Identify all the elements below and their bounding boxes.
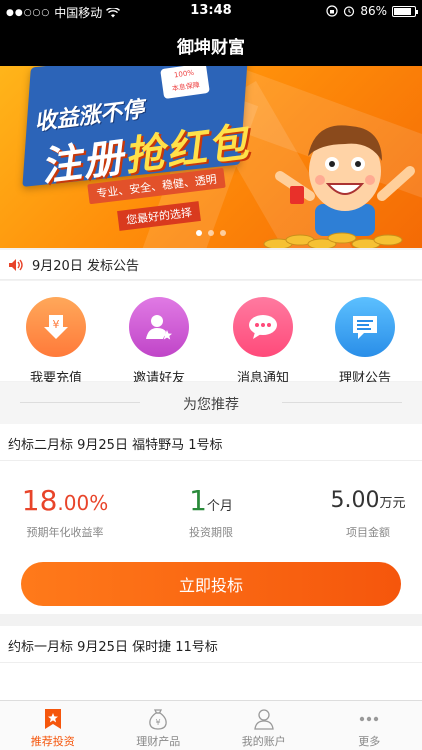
notice-doc-icon [335,297,395,357]
amount-value: 5.00 [330,488,380,513]
term-caption: 投资期限 [189,526,233,539]
quick-action-recharge[interactable]: ¥ 我要充值 [11,297,101,386]
more-dots-icon [360,716,379,722]
carousel-dot[interactable] [220,230,226,236]
product-name: 约标二月标 9月25日 福特野马 1号标 [8,438,223,453]
invest-now-button[interactable]: 立即投标 [21,562,401,606]
alarm-icon [344,6,355,17]
term-stat: 1个月 投资期限 [166,486,256,540]
rotation-lock-icon [326,5,338,17]
nav-bar: 御坤财富 [0,22,422,66]
term-value: 1 [189,484,207,517]
tab-account[interactable]: 我的账户 [211,701,317,750]
recommend-title: 为您推荐 [183,397,239,413]
svg-text:¥: ¥ [156,718,161,727]
money-bag-icon: ¥ [149,709,168,730]
mascot-illustration [275,125,415,236]
promo-banner[interactable]: 100% 本息保障 收益涨不停 注册抢红包 专业、安全、稳健、透明 您最好的选择 [0,66,422,248]
tab-more[interactable]: 更多 [317,701,422,750]
battery-percent: 86% [360,4,387,18]
divider-line [0,662,422,663]
status-bar: ●●○○○ 中国移动 13:48 86% [0,0,422,22]
person-star-icon [129,297,189,357]
tab-label: 推荐投资 [30,735,75,748]
tab-label: 更多 [358,735,381,748]
recommend-header: 为您推荐 [0,382,422,424]
divider-line [0,460,422,461]
carousel-dot[interactable] [196,230,202,236]
speaker-icon [9,258,23,271]
tab-label: 我的账户 [241,735,286,748]
announcement-bar[interactable]: 9月20日 发标公告 [0,250,422,280]
amount-stat: 5.00万元 项目金额 [318,486,418,540]
user-icon [254,709,274,730]
product-name: 约标一月标 9月25日 保时捷 11号标 [8,640,218,655]
page-title: 御坤财富 [177,38,245,58]
star-ribbon-icon [44,709,61,729]
carousel-indicator[interactable] [0,230,422,236]
quick-action-announcements[interactable]: 理财公告 [320,297,410,386]
svg-text:¥: ¥ [53,318,60,331]
tab-bar: 推荐投资 ¥ 理财产品 我的账户 更多 [0,700,422,750]
quick-action-invite[interactable]: 邀请好友 [114,297,204,386]
tab-products[interactable]: ¥ 理财产品 [106,701,212,750]
quick-actions: ¥ 我要充值 邀请好友 消息通知 理财公告 [0,281,422,386]
rate-stat: 18.00% 预期年化收益率 [10,486,120,540]
rate-integer: 18 [21,484,58,517]
product-card[interactable]: 约标一月标 9月25日 保时捷 11号标 [0,626,422,700]
battery-icon [392,5,418,17]
rate-caption: 预期年化收益率 [26,526,104,539]
chat-bubble-icon [233,297,293,357]
rate-decimal: .00% [57,491,109,515]
amount-caption: 项目金额 [346,526,390,539]
tab-recommend[interactable]: 推荐投资 [0,701,106,750]
carousel-dot[interactable] [208,230,214,236]
quick-action-messages[interactable]: 消息通知 [218,297,308,386]
yen-download-icon: ¥ [26,297,86,357]
announcement-text: 9月20日 发标公告 [32,259,139,274]
product-card[interactable]: 约标二月标 9月25日 福特野马 1号标 18.00% 预期年化收益率 1个月 … [0,424,422,614]
term-unit: 个月 [206,499,233,514]
tab-label: 理财产品 [136,735,181,748]
amount-unit: 万元 [379,496,406,511]
